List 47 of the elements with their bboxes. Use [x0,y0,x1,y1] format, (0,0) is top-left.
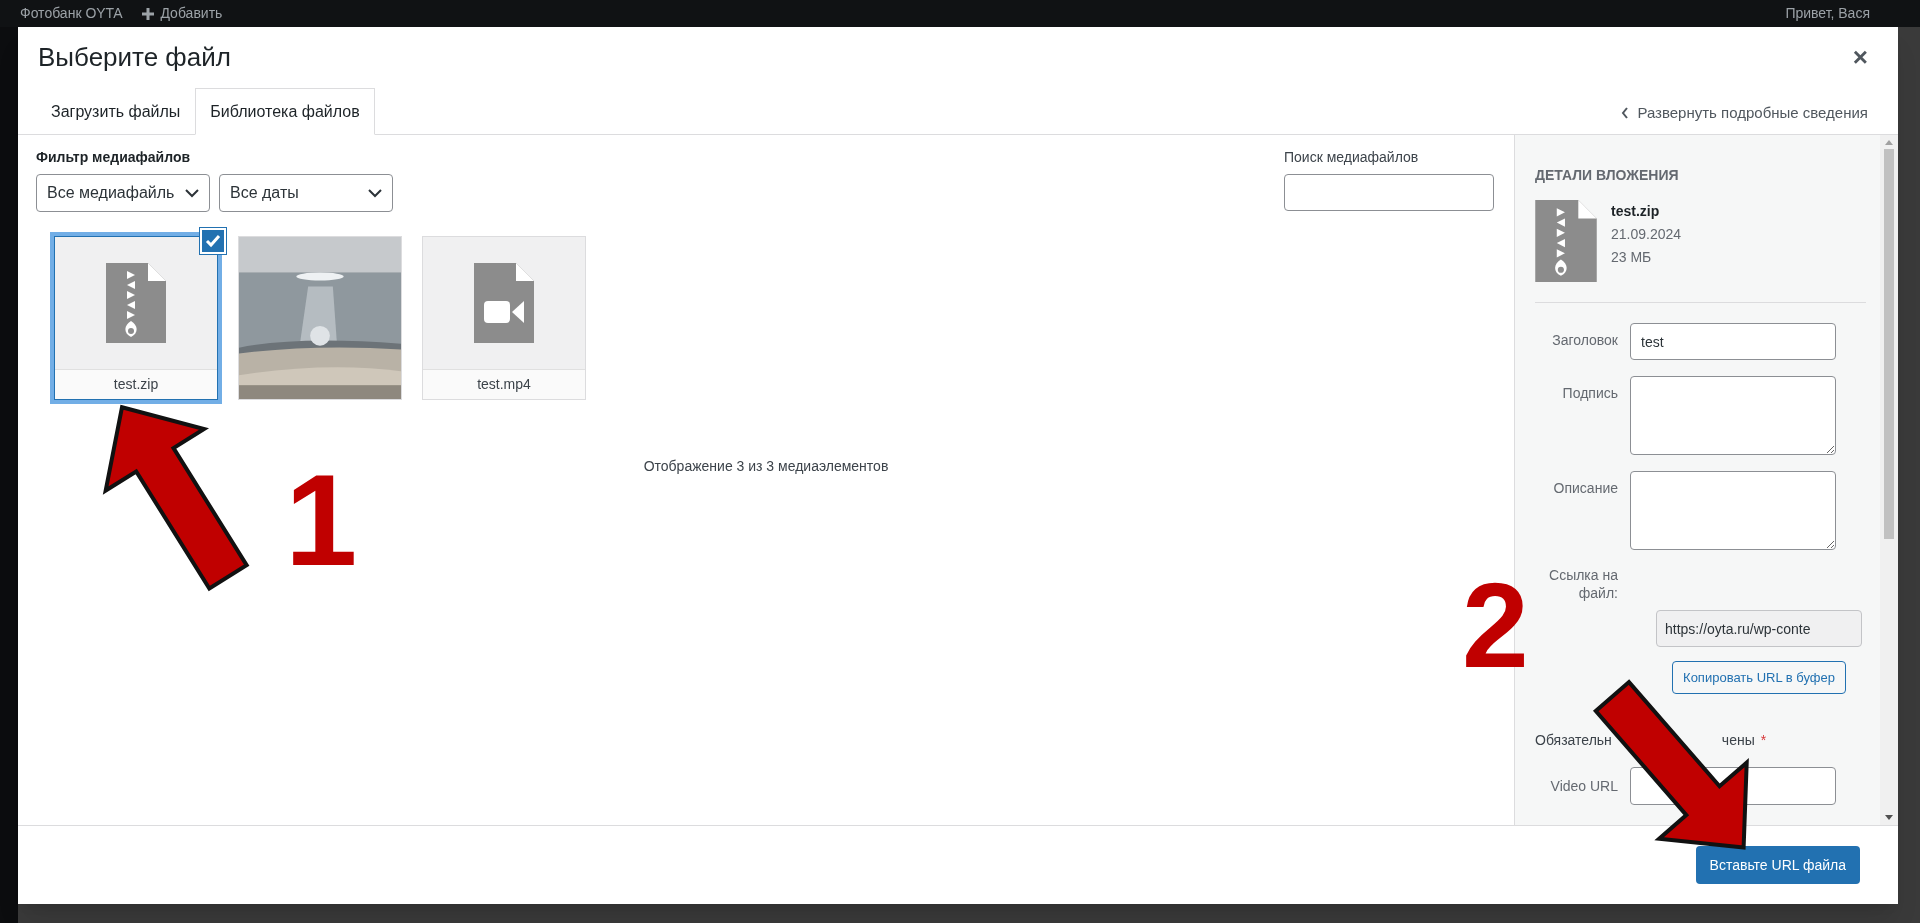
file-name: test.zip [1611,202,1661,221]
scroll-thumb[interactable] [1884,149,1894,539]
filter-label: Фильтр медиафайлов [36,148,192,167]
file-name: test.mp4 [423,369,585,399]
insert-url-button[interactable]: Вставьте URL файла [1695,846,1860,884]
field-label: Описание [1552,479,1619,497]
text-area[interactable] [1630,376,1836,455]
plus-icon[interactable] [142,7,155,20]
tab[interactable]: Загрузить файлы [36,88,196,135]
greeting-link[interactable]: Привет, Вася [1785,3,1870,24]
tab[interactable]: Библиотека файлов [195,88,375,135]
chevron-down-icon [368,188,382,198]
search-label: Поиск медиафайлов [1284,148,1420,167]
zip-file-icon [106,263,166,343]
required-note: Обязательн [1535,731,1612,750]
file-name: test.zip [55,369,217,399]
field-label: Video URL [1549,776,1619,796]
chevron-left-icon [1621,106,1630,119]
search-field[interactable] [1284,174,1494,211]
check-icon[interactable] [200,228,226,254]
site-link[interactable]: Фотобанк OYTA [20,3,123,24]
filter-select[interactable]: Все медиафайль [36,174,210,212]
filter-select[interactable]: Все даты [219,174,393,212]
required-mark: * [1760,731,1767,750]
field-label: Заголовок [1551,331,1619,349]
items-count: Отображение 3 из 3 медиаэлементов [642,457,890,476]
copy-url-button[interactable]: Копировать URL в буфер [1672,661,1846,694]
file-url-field[interactable]: https://oyta.ru/wp-conte [1656,610,1862,647]
title-input[interactable]: test [1630,323,1836,360]
field-label: Подпись [1561,384,1619,402]
file-size: 23 МБ [1611,248,1653,267]
step-number: 2 [1462,565,1529,685]
text-area[interactable] [1630,471,1836,550]
required-note: чены [1721,731,1755,750]
file-date: 21.09.2024 [1611,225,1682,244]
close-button[interactable]: × [1852,38,1868,77]
video-file-icon [474,263,534,343]
expand-details-link[interactable]: Развернуть подробные сведения [1621,101,1868,124]
scrollbar[interactable] [1880,135,1898,825]
field-label: Ссылка на файл: [1548,566,1619,602]
media-tile[interactable]: test.mp4 [422,236,586,400]
zip-file-icon [1535,200,1597,282]
modal-title: Выберите файл [38,41,231,74]
chevron-down-icon [185,188,199,198]
step-number: 1 [285,455,358,585]
add-link[interactable]: Добавить [160,3,223,24]
details-heading: ДЕТАЛИ ВЛОЖЕНИЯ [1535,166,1680,185]
